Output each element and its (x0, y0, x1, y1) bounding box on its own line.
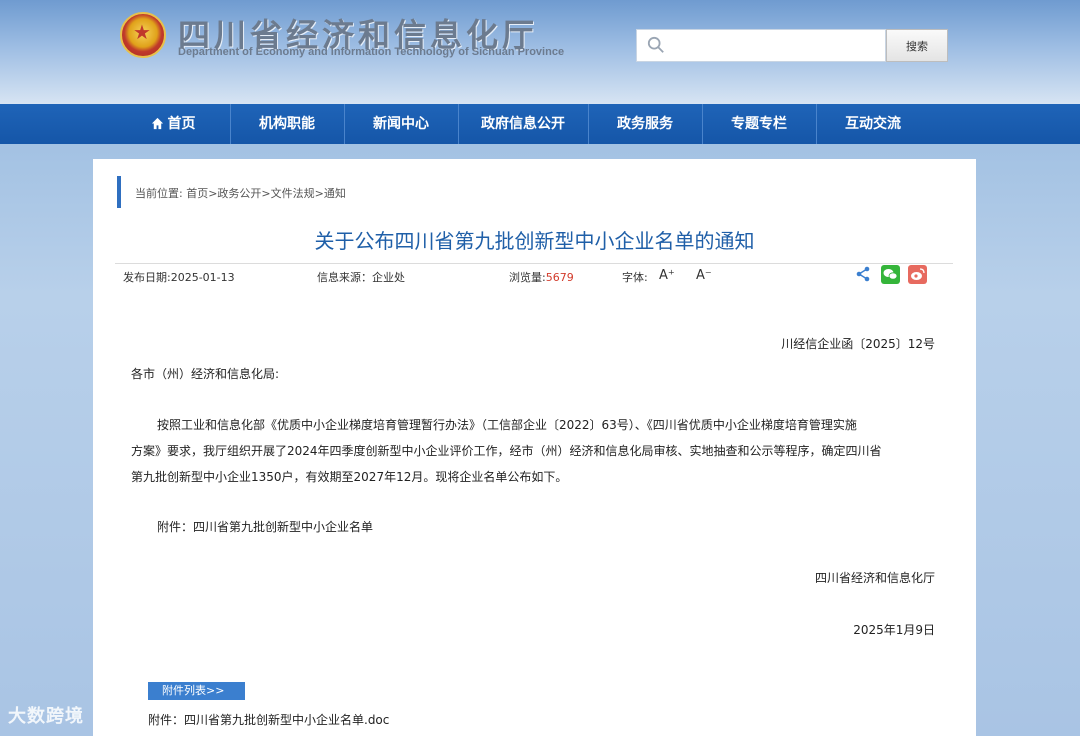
font-decrease-button[interactable]: A⁻ (696, 268, 712, 283)
home-icon (151, 117, 163, 130)
search-input[interactable] (673, 34, 878, 58)
watermark: 大数跨境 (8, 706, 84, 727)
wechat-icon[interactable] (881, 265, 900, 284)
nav-item-services[interactable]: 政务服务 (588, 104, 702, 144)
attachment-list-tag: 附件列表>> (148, 682, 245, 700)
breadcrumb-accent (117, 176, 121, 208)
share-icon[interactable] (855, 266, 871, 282)
paragraph-line: 按照工业和信息化部《优质中小企业梯度培育管理暂行办法》（工信部企业〔2022〕6… (157, 418, 857, 432)
sign-date: 2025年1月9日 (853, 623, 935, 637)
page-title: 关于公布四川省第九批创新型中小企业名单的通知 (314, 229, 755, 253)
nav-item-news[interactable]: 新闻中心 (344, 104, 458, 144)
nav-item-interaction[interactable]: 互动交流 (816, 104, 930, 144)
divider (115, 263, 953, 264)
breadcrumb[interactable]: 当前位置: 首页>政务公开>文件法规>通知 (135, 185, 346, 201)
attachment-file-link[interactable]: 附件：四川省第九批创新型中小企业名单.doc (148, 711, 389, 728)
info-source: 信息来源：企业处 (317, 271, 405, 284)
nav-item-gov-info[interactable]: 政府信息公开 (458, 104, 588, 144)
nav-item-home[interactable]: 首页 (116, 104, 230, 144)
salutation: 各市（州）经济和信息化局: (131, 367, 280, 381)
paragraph-line: 方案》要求，我厅组织开展了2024年四季度创新型中小企业评价工作，经市（州）经济… (131, 444, 882, 458)
site-header: ★ 四川省经济和信息化厅 Department of Economy and I… (0, 0, 1080, 104)
search-button[interactable]: 搜索 (886, 29, 948, 62)
nav-label: 首页 (167, 116, 196, 132)
publish-date: 发布日期:2025-01-13 (123, 271, 235, 284)
site-subtitle: Department of Economy and Information Te… (178, 46, 565, 58)
search-icon (647, 36, 664, 53)
view-count-value: 5679 (545, 271, 574, 284)
weibo-icon[interactable] (908, 265, 927, 284)
font-increase-button[interactable]: A⁺ (659, 268, 675, 283)
signature: 四川省经济和信息化厅 (814, 571, 935, 585)
nav-item-functions[interactable]: 机构职能 (230, 104, 344, 144)
paragraph-line: 第九批创新型中小企业1350户，有效期至2027年12月。现将企业名单公布如下。 (131, 470, 568, 484)
font-size-label: 字体: (622, 271, 648, 284)
search-box[interactable] (636, 29, 886, 62)
view-count-label: 浏览量: (509, 271, 546, 284)
national-emblem-icon: ★ (120, 12, 166, 58)
content-panel: 当前位置: 首页>政务公开>文件法规>通知 关于公布四川省第九批创新型中小企业名… (93, 159, 976, 736)
main-nav: 首页 机构职能 新闻中心 政府信息公开 政务服务 专题专栏 互动交流 (0, 104, 1080, 144)
document-number: 川经信企业函〔2025〕12号 (781, 337, 935, 351)
view-count: 浏览量:5679 (509, 269, 574, 285)
nav-item-topics[interactable]: 专题专栏 (702, 104, 816, 144)
attachment-note: 附件：四川省第九批创新型中小企业名单 (157, 520, 374, 534)
